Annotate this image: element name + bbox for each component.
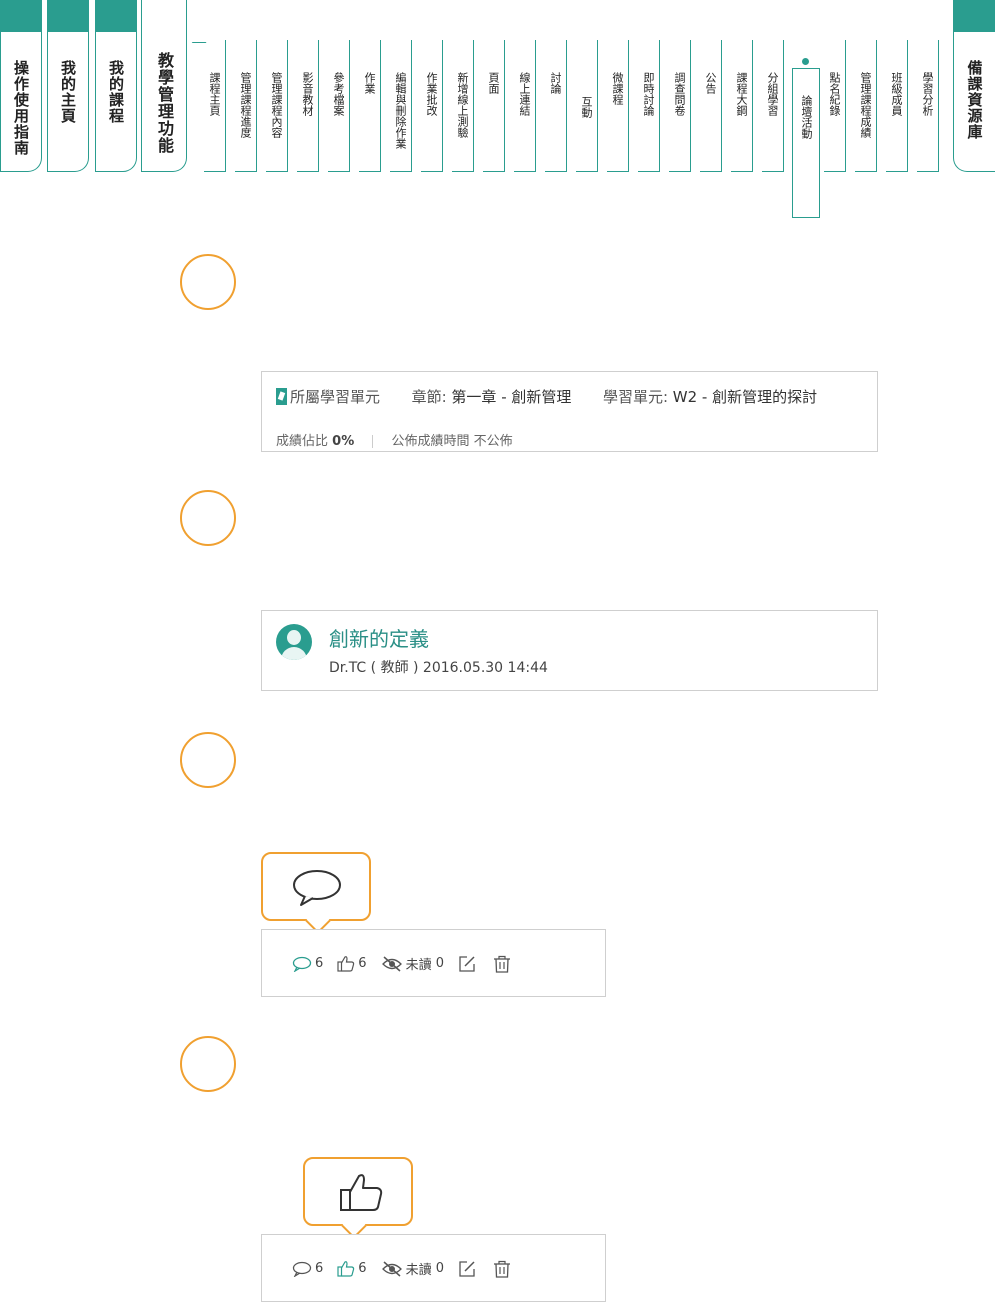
thumbs-up-icon xyxy=(337,1261,355,1277)
active-indicator-dot xyxy=(802,58,809,65)
like-count: 6 xyxy=(358,1261,367,1276)
comment-count: 6 xyxy=(315,1261,324,1276)
thumbs-up-icon xyxy=(337,956,355,972)
sub-tab-online-links[interactable]: 線上連結 xyxy=(514,40,536,172)
score-ratio-value: 0% xyxy=(332,434,355,449)
unread-count: 0 xyxy=(435,956,444,971)
sub-tab-class-members[interactable]: 班級成員 xyxy=(886,40,908,172)
sub-tab-new-quiz[interactable]: 新增線上測驗 xyxy=(452,40,474,172)
sub-tab-video-materials[interactable]: 影音教材 xyxy=(297,40,319,172)
unit-key: 學習單元: xyxy=(602,388,668,406)
book-icon xyxy=(276,388,287,405)
unit-label: 所屬學習單元 xyxy=(290,388,381,406)
publish-time-key: 公佈成績時間 xyxy=(391,434,470,449)
chapter-value[interactable]: 第一章 - 創新管理 xyxy=(451,388,571,406)
edit-icon xyxy=(459,1260,475,1277)
tab-label: 我的課程 xyxy=(107,60,125,124)
delete-button[interactable] xyxy=(493,955,514,973)
tab-label: 備課資源庫 xyxy=(965,60,984,140)
speech-bubble-icon xyxy=(293,870,341,906)
tab-operation-guide[interactable]: 操作使用指南 xyxy=(0,0,42,172)
speech-bubble-icon xyxy=(292,1261,312,1277)
avatar xyxy=(276,624,312,660)
step-marker-1 xyxy=(180,254,236,310)
like-callout xyxy=(303,1157,413,1239)
trash-icon xyxy=(494,955,510,973)
unit-info-panel: 所屬學習單元 章節: 第一章 - 創新管理 學習單元: W2 - 創新管理的探討… xyxy=(261,371,878,452)
speech-bubble-icon xyxy=(292,956,312,972)
delete-button[interactable] xyxy=(493,1260,514,1278)
edit-button[interactable] xyxy=(458,955,479,973)
like-button[interactable]: 6 xyxy=(337,955,367,972)
like-count: 6 xyxy=(358,956,367,971)
sub-tab-learning-analytics[interactable]: 學習分析 xyxy=(917,40,939,172)
step-marker-3 xyxy=(180,732,236,788)
top-navigation: 操作使用指南 我的主頁 我的課程 教學管理功能 課程主頁 管理課程進度 管理課程… xyxy=(0,0,995,218)
sub-tab-survey[interactable]: 調查問卷 xyxy=(669,40,691,172)
sub-tab-forum-activity[interactable]: 論壇活動 xyxy=(792,68,820,218)
sub-tab-attendance[interactable]: 點名紀錄 xyxy=(824,40,846,172)
sub-tab-pages[interactable]: 頁面 xyxy=(483,40,505,172)
sub-tab-course-grades[interactable]: 管理課程成績 xyxy=(855,40,877,172)
divider xyxy=(372,435,374,448)
comment-count-button[interactable]: 6 xyxy=(292,956,323,972)
tab-my-home[interactable]: 我的主頁 xyxy=(47,0,89,172)
unread-indicator[interactable]: 未讀 0 xyxy=(381,954,444,973)
post-actions-bar-1: 6 6 未讀 0 xyxy=(261,929,606,997)
unit-value[interactable]: W2 - 創新管理的探討 xyxy=(673,388,817,406)
eye-slash-icon xyxy=(381,955,402,972)
comment-callout xyxy=(261,852,371,934)
edit-icon xyxy=(459,955,475,972)
post-title[interactable]: 創新的定義 xyxy=(329,623,429,652)
sub-tab-course-content[interactable]: 管理課程內容 xyxy=(266,40,288,172)
step-marker-2 xyxy=(180,490,236,546)
tab-my-courses[interactable]: 我的課程 xyxy=(95,0,137,172)
sub-tab-micro-course[interactable]: 微課程 xyxy=(607,40,629,172)
sub-tab-syllabus[interactable]: 課程大鋼 xyxy=(731,40,753,172)
unread-count: 0 xyxy=(435,1261,444,1276)
step-marker-4 xyxy=(180,1036,236,1092)
sub-tab-course-home[interactable]: 課程主頁 xyxy=(204,40,226,172)
tab-label: 教學管理功能 xyxy=(155,52,174,154)
sub-tab-group-learning[interactable]: 分組學習 xyxy=(762,40,784,172)
like-button[interactable]: 6 xyxy=(337,1260,367,1277)
publish-time-value: 不公佈 xyxy=(473,434,513,449)
sub-tab-assignments[interactable]: 作業 xyxy=(359,40,381,172)
unread-label: 未讀 xyxy=(405,958,432,973)
post-header-panel: 創新的定義 Dr.TC ( 教師 ) 2016.05.30 14:44 xyxy=(261,610,878,691)
eye-slash-icon xyxy=(381,1260,402,1277)
tab-lesson-resources[interactable]: 備課資源庫 xyxy=(953,0,995,172)
comment-count: 6 xyxy=(315,956,324,971)
tab-teaching-management[interactable]: 教學管理功能 xyxy=(141,0,187,172)
sub-tab-discussion[interactable]: 討論 xyxy=(545,40,567,172)
post-meta: Dr.TC ( 教師 ) 2016.05.30 14:44 xyxy=(329,660,548,676)
unread-indicator[interactable]: 未讀 0 xyxy=(381,1259,444,1278)
sub-tab-grade-assignments[interactable]: 作業批改 xyxy=(421,40,443,172)
thumbs-up-icon xyxy=(340,1174,383,1211)
sub-tab-reference-files[interactable]: 參考檔案 xyxy=(328,40,350,172)
edit-button[interactable] xyxy=(458,1260,479,1278)
sub-tab-announcements[interactable]: 公告 xyxy=(700,40,722,172)
score-ratio-key: 成績佔比 xyxy=(276,434,329,449)
tab-label: 我的主頁 xyxy=(59,60,77,124)
chapter-key: 章節: xyxy=(411,388,447,406)
sub-tab-course-progress[interactable]: 管理課程進度 xyxy=(235,40,257,172)
tab-label: 操作使用指南 xyxy=(12,60,30,156)
post-actions-bar-2: 6 6 未讀 0 xyxy=(261,1234,606,1302)
sub-tab-edit-delete-assignments[interactable]: 編輯與刪除作業 xyxy=(390,40,412,172)
unread-label: 未讀 xyxy=(405,1263,432,1278)
trash-icon xyxy=(494,1260,510,1278)
sub-tab-live-discussion[interactable]: 即時討論 xyxy=(638,40,660,172)
comment-count-button[interactable]: 6 xyxy=(292,1261,323,1277)
sub-tab-interaction[interactable]: 互動 xyxy=(576,40,598,172)
